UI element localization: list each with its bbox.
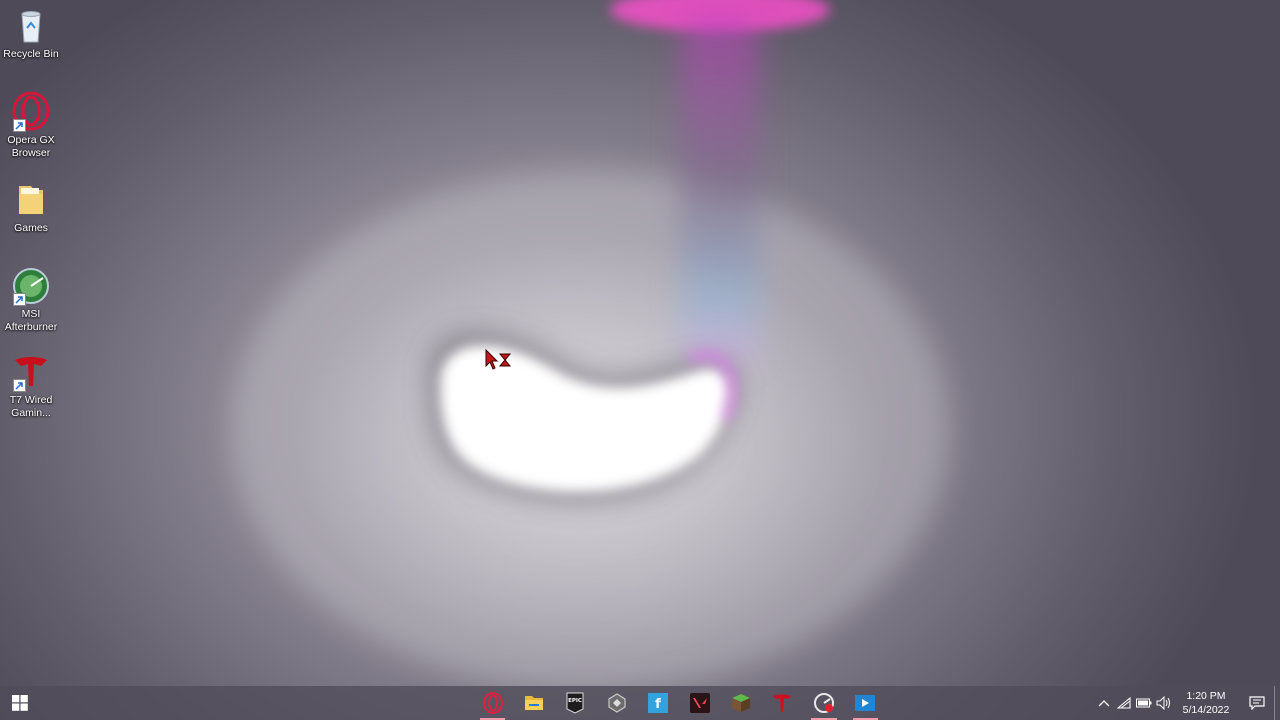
shortcut-arrow-icon [13, 379, 26, 392]
msi-afterburner-icon [813, 693, 834, 713]
msi-afterburner-icon [11, 266, 51, 306]
desktop-icon-label: Games [14, 222, 48, 234]
app-launcher-icon [608, 693, 626, 713]
start-button[interactable] [0, 686, 40, 720]
volume-icon [1156, 696, 1170, 710]
desktop-icon-recycle-bin[interactable]: Recycle Bin [0, 6, 62, 61]
taskbar-app-opera-gx[interactable] [472, 686, 513, 720]
show-desktop-button[interactable] [1274, 686, 1280, 720]
chevron-up-icon [1098, 700, 1110, 707]
t7-gaming-icon [11, 352, 51, 392]
epic-games-icon: EPIC [566, 692, 584, 714]
desktop-icon-label: Opera GX Browser [7, 134, 55, 159]
wallpaper [230, 0, 950, 686]
desktop-icon-label: T7 Wired Gamin... [9, 394, 53, 419]
network-button[interactable] [1114, 686, 1134, 720]
desktop-icon-msi-afterburner[interactable]: MSI Afterburner [0, 266, 62, 334]
show-hidden-icons-button[interactable] [1094, 686, 1114, 720]
windows-start-icon [12, 695, 28, 711]
taskbar-app-t7-gaming[interactable] [762, 686, 803, 720]
t7-gaming-icon [773, 694, 792, 712]
valorant-icon [689, 693, 710, 713]
opera-gx-icon [11, 91, 51, 132]
shortcut-arrow-icon [13, 119, 26, 132]
desktop-icon-t7-gaming[interactable]: T7 Wired Gamin... [0, 352, 62, 420]
mouse-cursor-icon [485, 348, 513, 376]
action-center-button[interactable] [1240, 686, 1274, 720]
taskbar-app-file-explorer[interactable] [513, 686, 554, 720]
shortcut-arrow-icon [13, 293, 26, 306]
taskbar-app-f[interactable]: f [638, 686, 679, 720]
recycle-bin-icon [11, 6, 51, 46]
media-player-icon [855, 695, 876, 711]
minecraft-icon [732, 694, 751, 712]
taskbar-app-epic-games[interactable]: EPIC [555, 686, 596, 720]
wifi-icon [1117, 697, 1131, 709]
svg-text:f: f [655, 697, 661, 712]
desktop-icon-label: MSI Afterburner [4, 308, 58, 333]
taskbar: EPIC f 1:20 PM 5/14/2022 [0, 686, 1280, 720]
clock-time: 1:20 PM [1186, 690, 1226, 702]
desktop-icon-games[interactable]: Games [0, 180, 62, 235]
taskbar-app-media-player[interactable] [845, 686, 886, 720]
taskbar-apps: EPIC f [472, 686, 886, 720]
notification-icon [1249, 696, 1265, 710]
file-explorer-icon [525, 696, 544, 710]
f-app-icon: f [648, 693, 669, 713]
taskbar-app-launcher[interactable] [596, 686, 637, 720]
desktop-icon-label: Recycle Bin [3, 48, 59, 60]
taskbar-app-valorant[interactable] [679, 686, 720, 720]
svg-text:EPIC: EPIC [569, 698, 583, 704]
taskbar-app-msi-afterburner[interactable] [803, 686, 844, 720]
taskbar-clock[interactable]: 1:20 PM 5/14/2022 [1178, 689, 1234, 717]
volume-button[interactable] [1154, 686, 1174, 720]
battery-icon [1136, 698, 1152, 708]
taskbar-app-minecraft[interactable] [720, 686, 761, 720]
desktop-icon-opera-gx[interactable]: Opera GX Browser [0, 91, 62, 160]
system-tray: 1:20 PM 5/14/2022 [1094, 686, 1280, 720]
opera-gx-icon [482, 692, 503, 714]
battery-button[interactable] [1134, 686, 1154, 720]
folder-icon [11, 180, 51, 220]
clock-date: 5/14/2022 [1182, 704, 1230, 716]
